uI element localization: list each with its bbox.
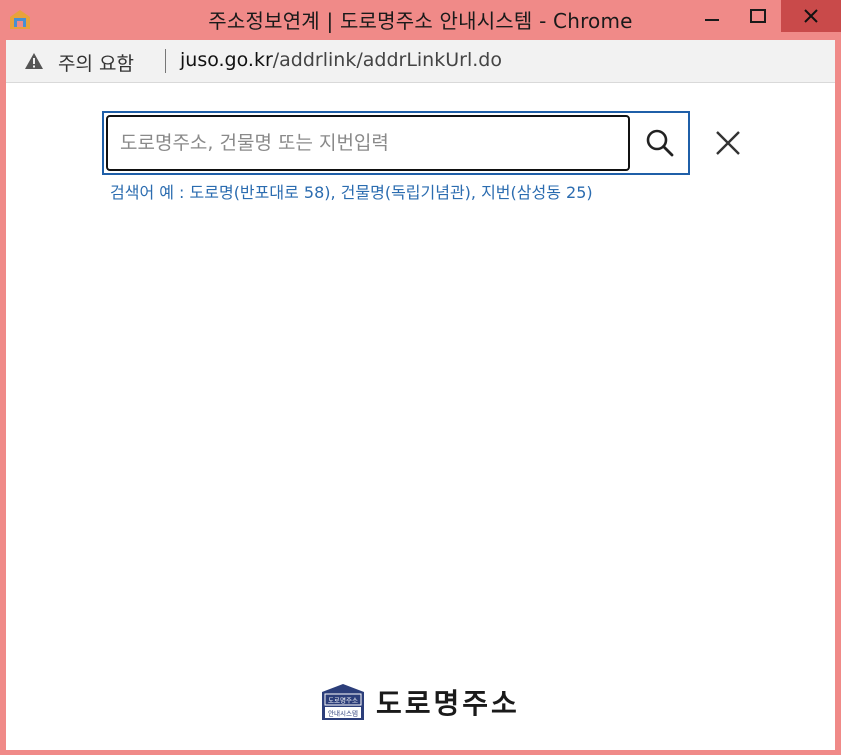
- search-example-hint: 검색어 예 : 도로명(반포대로 58), 건물명(독립기념관), 지번(삼성동…: [110, 183, 593, 202]
- maximize-button[interactable]: [735, 0, 781, 32]
- logo-badge-icon: 도로명주소 안내시스템: [320, 682, 366, 722]
- close-icon: [716, 131, 740, 155]
- logo-badge-top: 도로명주소: [328, 696, 358, 705]
- minimize-icon: [705, 19, 719, 21]
- address-divider: [165, 49, 166, 73]
- window-close-button[interactable]: [781, 0, 841, 32]
- search-box: [102, 111, 690, 175]
- url-text[interactable]: juso.go.kr/addrlink/addrLinkUrl.do: [180, 49, 502, 71]
- minimize-button[interactable]: [689, 0, 735, 32]
- title-bar[interactable]: 주소정보연계 | 도로명주소 안내시스템 - Chrome: [0, 0, 841, 40]
- warning-triangle-icon[interactable]: [24, 51, 44, 71]
- security-status-label[interactable]: 주의 요함: [58, 49, 134, 76]
- close-icon: [804, 9, 818, 23]
- road-address-logo: 도로명주소 안내시스템 도로명주소: [320, 682, 520, 722]
- address-bar[interactable]: 주의 요함 juso.go.kr/addrlink/addrLinkUrl.do: [6, 40, 835, 83]
- maximize-icon: [750, 9, 766, 23]
- search-icon: [646, 129, 674, 157]
- browser-window: 주소정보연계 | 도로명주소 안내시스템 - Chrome 주의 요함 juso…: [0, 0, 841, 755]
- search-button[interactable]: [632, 113, 688, 173]
- logo-badge-bottom: 안내시스템: [328, 709, 358, 718]
- url-path: /addrlink/addrLinkUrl.do: [272, 49, 502, 71]
- close-search-button[interactable]: [710, 125, 746, 161]
- url-host: juso.go.kr: [180, 49, 273, 71]
- logo-text: 도로명주소: [376, 687, 520, 720]
- address-search-input[interactable]: [106, 115, 630, 171]
- page-content: 검색어 예 : 도로명(반포대로 58), 건물명(독립기념관), 지번(삼성동…: [6, 83, 835, 750]
